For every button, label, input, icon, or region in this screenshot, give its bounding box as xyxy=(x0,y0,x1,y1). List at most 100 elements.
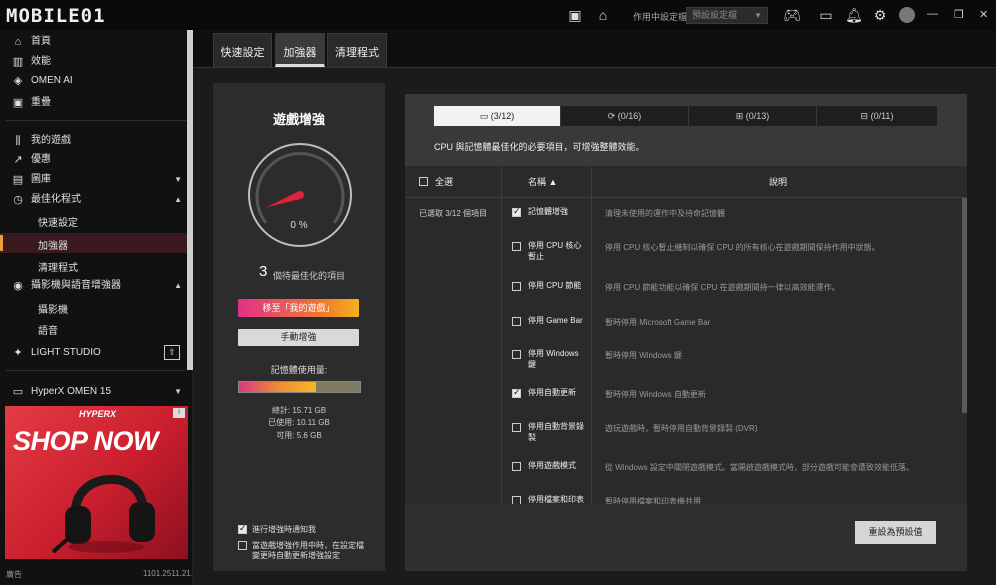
memory-used-fill xyxy=(239,382,317,392)
sidebar-subitem-voice[interactable]: 語音 xyxy=(38,322,58,337)
tab-cleaner[interactable]: 清理程式 xyxy=(327,33,387,67)
sidebar-item-label: 最佳化程式 xyxy=(31,194,81,205)
sidebar-item-optimizer[interactable]: ◷ 最佳化程式 ▲ xyxy=(0,190,186,210)
sidebar-divider xyxy=(6,120,186,121)
profile-select-value: 預設設定檔 xyxy=(692,10,738,20)
close-icon[interactable]: ✕ xyxy=(979,8,988,21)
selected-count: 已選取 3/12 個項目 xyxy=(419,209,488,218)
tab-quick-settings[interactable]: 快速設定 xyxy=(213,33,272,67)
select-all-label: 全選 xyxy=(435,177,454,187)
memory-usage-bar xyxy=(238,381,361,393)
omen-ai-icon: ◈ xyxy=(13,75,23,87)
move-to-my-games-button[interactable]: 移至「我的遊戲」 xyxy=(238,299,359,317)
app-logo: MOBILE01 xyxy=(6,5,106,27)
category-count: (0/11) xyxy=(870,111,894,121)
sidebar-item-deals[interactable]: ↗ 優惠 xyxy=(0,150,186,170)
sidebar-item-omen-ai[interactable]: ◈ OMEN AI xyxy=(0,71,186,91)
sidebar-item-overlay[interactable]: ▣ 重疊 xyxy=(0,93,186,113)
memory-used: 已使用: 10.11 GB xyxy=(268,418,330,427)
device-name: HyperX OMEN 15 xyxy=(31,386,112,397)
sidebar-active-marker xyxy=(0,235,3,251)
category-apps[interactable]: ⊞ (0/13) xyxy=(689,106,816,126)
category-services[interactable]: ⊟ (0/11) xyxy=(817,106,937,126)
monitor-icon: ▭ xyxy=(479,111,491,121)
sidebar-subitem-camera[interactable]: 攝影機 xyxy=(38,301,68,316)
item-checkbox[interactable] xyxy=(512,462,521,471)
sidebar-item-light-studio[interactable]: ✦ LIGHT STUDIO xyxy=(0,343,186,363)
manual-boost-button[interactable]: 手動增強 xyxy=(238,329,359,346)
light-studio-launch-icon[interactable]: ⇧ xyxy=(164,345,180,360)
restore-icon[interactable]: ❐ xyxy=(954,8,964,21)
gauge-percent: 0 % xyxy=(290,220,308,231)
laptop-icon: ▭ xyxy=(12,386,24,398)
sidebar-divider xyxy=(6,370,186,371)
sidebar-subitem-quick-settings[interactable]: 快速設定 xyxy=(38,214,78,229)
item-name: 停用自動更新 xyxy=(528,388,576,397)
sidebar-subitem-booster[interactable]: 加強器 xyxy=(38,237,68,252)
sidebar-subitem-cleaner[interactable]: 清理程式 xyxy=(38,259,78,274)
sidebar-item-label: OMEN AI xyxy=(31,75,73,86)
gamepad-icon[interactable]: 🎮︎ xyxy=(781,6,803,24)
title-bar: MOBILE01 ▣ ⌂ 作用中設定檔 預設設定檔 ▼ 🎮︎ ▭ 🔔︎ ⚙ — … xyxy=(0,0,996,30)
item-name: 停用遊戲模式 xyxy=(528,461,576,470)
select-all-checkbox[interactable] xyxy=(419,177,428,186)
light-studio-icon: ✦ xyxy=(13,347,23,359)
item-name: 停用 Windows 鍵 xyxy=(528,349,579,369)
library-icon: ⫼ xyxy=(15,135,21,147)
sidebar-item-label: 首頁 xyxy=(31,36,51,47)
chevron-down-icon: ▼ xyxy=(174,387,182,396)
column-header-description: 說明 xyxy=(769,177,788,187)
column-name-label: 名稱 xyxy=(528,177,547,187)
sidebar-item-label: LIGHT STUDIO xyxy=(31,347,101,358)
item-checkbox[interactable] xyxy=(512,423,521,432)
home-icon[interactable]: ⌂ xyxy=(594,6,612,24)
headset-image xyxy=(51,474,155,554)
notify-checkbox[interactable] xyxy=(238,523,247,534)
sidebar-item-camera-voice[interactable]: ◉ 攝影機與語音增強器 ▲ xyxy=(0,276,186,296)
item-description: 停用 CPU 核心暫止機制以確保 CPU 的所有核心在遊戲期間保持作用中狀態。 xyxy=(605,243,880,252)
minimize-icon[interactable]: — xyxy=(927,8,938,20)
category-count: (3/12) xyxy=(490,111,515,121)
item-checkbox[interactable] xyxy=(512,206,521,217)
items-scrollbar[interactable] xyxy=(962,198,967,413)
sidebar-item-label: 圖庫 xyxy=(31,174,51,185)
ad-banner[interactable]: HYPERX i SHOP NOW xyxy=(5,406,188,559)
reset-default-button[interactable]: 重設為預設值 xyxy=(855,521,936,544)
column-header-name[interactable]: 名稱 ▲ xyxy=(528,167,557,197)
sidebar-item-gallery[interactable]: ▤ 圖庫 ▼ xyxy=(0,170,186,190)
tab-booster[interactable]: 加強器 xyxy=(275,33,325,67)
sidebar-toggle-icon[interactable]: ▣ xyxy=(566,6,584,24)
item-checkbox[interactable] xyxy=(512,350,521,359)
avatar[interactable] xyxy=(899,7,915,23)
category-description: CPU 與記憶體最佳化的必要項目，可增強整體效能。 xyxy=(434,142,645,152)
monitor-icon[interactable]: ▭ xyxy=(817,6,835,24)
camera-voice-icon: ◉ xyxy=(13,280,23,292)
item-checkbox[interactable] xyxy=(512,282,521,291)
item-checkbox[interactable] xyxy=(512,242,521,251)
sidebar-item-home[interactable]: ⌂ 首頁 xyxy=(0,32,186,52)
sidebar-item-my-games[interactable]: ⫼ 我的遊戲 xyxy=(0,131,186,151)
active-profile-label: 作用中設定檔 xyxy=(633,12,688,22)
item-name: 停用 Game Bar xyxy=(528,316,583,325)
item-description: 停用 CPU 節能功能以確保 CPU 在遊戲期間持一律以高效能運作。 xyxy=(605,283,840,292)
category-system[interactable]: ▭ (3/12) xyxy=(434,106,560,126)
item-description: 暫時停用 Windows 自動更新 xyxy=(605,390,706,399)
category-count: (0/16) xyxy=(617,111,642,121)
gear-icon[interactable]: ⚙ xyxy=(871,6,889,24)
chevron-up-icon: ▲ xyxy=(174,281,182,290)
item-description: 清理未使用的運作中及待命記憶體 xyxy=(605,209,725,218)
item-checkbox[interactable] xyxy=(512,317,521,326)
auto-update-checkbox[interactable] xyxy=(238,541,247,550)
chevron-down-icon: ▼ xyxy=(174,175,182,184)
bell-icon[interactable]: 🔔︎ xyxy=(845,6,863,24)
category-updates[interactable]: ⟳ (0/16) xyxy=(561,106,688,126)
sidebar-item-performance[interactable]: ▥ 效能 xyxy=(0,52,186,72)
device-selector[interactable]: ▭ HyperX OMEN 15 ▼ xyxy=(0,382,186,402)
item-checkbox[interactable] xyxy=(512,387,521,398)
game-boost-title: 遊戲增強 xyxy=(272,112,325,127)
profile-select[interactable]: 預設設定檔 ▼ xyxy=(686,7,768,24)
sidebar-item-label: 我的遊戲 xyxy=(31,135,71,146)
ad-info-icon[interactable]: i xyxy=(173,408,185,418)
refresh-icon: ⟳ xyxy=(607,111,618,121)
header-divider xyxy=(405,197,967,198)
